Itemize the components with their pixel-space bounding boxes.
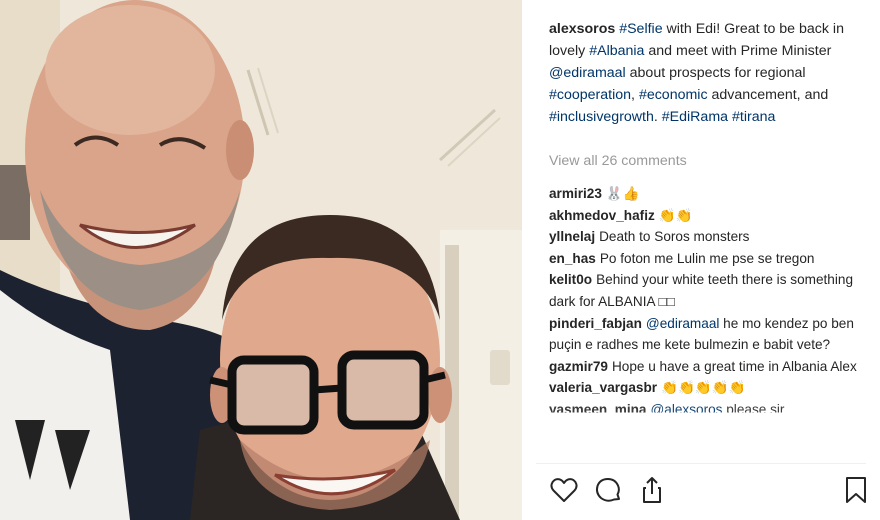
comment-button[interactable] xyxy=(593,475,623,507)
heart-icon xyxy=(550,478,578,502)
comment-text: 👏👏👏👏👏 xyxy=(661,380,746,396)
comments-list: armiri23 🐰👍 akhmedov_hafiz 👏👏 yllnelaj Death … xyxy=(549,183,867,458)
comment-item: pinderi_fabjan @ediramaal he mo kendez po… xyxy=(549,313,867,356)
comment-item: valeria_vargasbr 👏👏👏👏👏 xyxy=(549,377,867,399)
comment-username[interactable]: kelit0o xyxy=(549,272,592,287)
comment-text: 🐰👍 xyxy=(605,186,640,201)
comment-mention[interactable]: @alexsoros xyxy=(650,402,722,413)
bookmark-icon xyxy=(846,477,866,503)
caption-hashtag[interactable]: #Selfie xyxy=(619,21,662,37)
actions-divider xyxy=(536,463,866,464)
comment-username[interactable]: yasmeen_mina xyxy=(549,402,646,413)
comment-text: 👏👏 xyxy=(658,207,693,223)
comment-text: Hope u have a great time in Albania Alex xyxy=(611,358,857,374)
comment-icon xyxy=(595,478,620,502)
view-all-comments-link[interactable]: View all 26 comments xyxy=(549,153,687,169)
caption-hashtag[interactable]: #Albania xyxy=(589,43,644,59)
caption-hashtag[interactable]: #inclusivegrowth xyxy=(549,109,654,125)
post-caption: alexsoros #Selfie with Edi! Great to be … xyxy=(549,18,869,128)
comment-item: gazmir79 Hope u have a great time in Alba… xyxy=(549,356,867,378)
selfie-photo-illustration xyxy=(0,0,522,520)
caption-hashtag[interactable]: @ediramaal xyxy=(549,65,626,81)
comment-text: Behind your white teeth there is somethi… xyxy=(549,272,853,309)
caption-text-part: , xyxy=(631,87,639,103)
comment-mention[interactable]: @ediramaal xyxy=(646,316,720,331)
caption-text-part: advancement, and xyxy=(707,87,829,103)
comment-text: please sir xyxy=(722,401,785,417)
caption-text-part: . xyxy=(653,109,662,125)
comment-username[interactable]: yllnelaj xyxy=(549,229,595,244)
caption-text-part: about prospects for regional xyxy=(625,65,806,81)
caption-text-part: and meet with Prime Minister xyxy=(644,43,832,59)
comment-username[interactable]: en_has xyxy=(549,251,596,266)
share-button[interactable] xyxy=(637,475,667,507)
caption-hashtag[interactable]: #tirana xyxy=(732,109,775,125)
comment-item: yllnelaj Death to Soros monsters xyxy=(549,226,867,248)
caption-hashtag[interactable]: #economic xyxy=(639,87,708,103)
post-details-panel: alexsoros #Selfie with Edi! Great to be … xyxy=(522,0,880,520)
comment-text: Death to Soros monsters xyxy=(599,229,750,245)
comment-item: armiri23 🐰👍 xyxy=(549,183,867,205)
comment-item: en_has Po foton me Lulin me pse se tregon xyxy=(549,248,867,270)
caption-hashtag[interactable]: #cooperation xyxy=(549,87,631,103)
comment-item: kelit0o Behind your white teeth there is … xyxy=(549,269,867,312)
comment-item: akhmedov_hafiz 👏👏 xyxy=(549,205,867,227)
comment-username[interactable]: pinderi_fabjan xyxy=(549,316,642,331)
comment-username[interactable]: akhmedov_hafiz xyxy=(549,208,655,223)
post-photo[interactable] xyxy=(0,0,522,520)
comment-text: Po foton me Lulin me pse se tregon xyxy=(599,250,815,266)
caption-hashtag[interactable]: #EdiRama xyxy=(662,109,728,125)
comment-username[interactable]: valeria_vargasbr xyxy=(549,380,657,395)
save-button[interactable] xyxy=(841,475,871,507)
post-actions-bar xyxy=(549,475,879,507)
comment-username[interactable]: armiri23 xyxy=(549,186,602,201)
comment-username[interactable]: gazmir79 xyxy=(549,359,608,374)
share-icon xyxy=(643,477,661,503)
comment-item: yasmeen_mina @alexsoros please sir xyxy=(549,399,867,417)
like-button[interactable] xyxy=(549,475,579,507)
caption-username[interactable]: alexsoros xyxy=(549,21,615,37)
